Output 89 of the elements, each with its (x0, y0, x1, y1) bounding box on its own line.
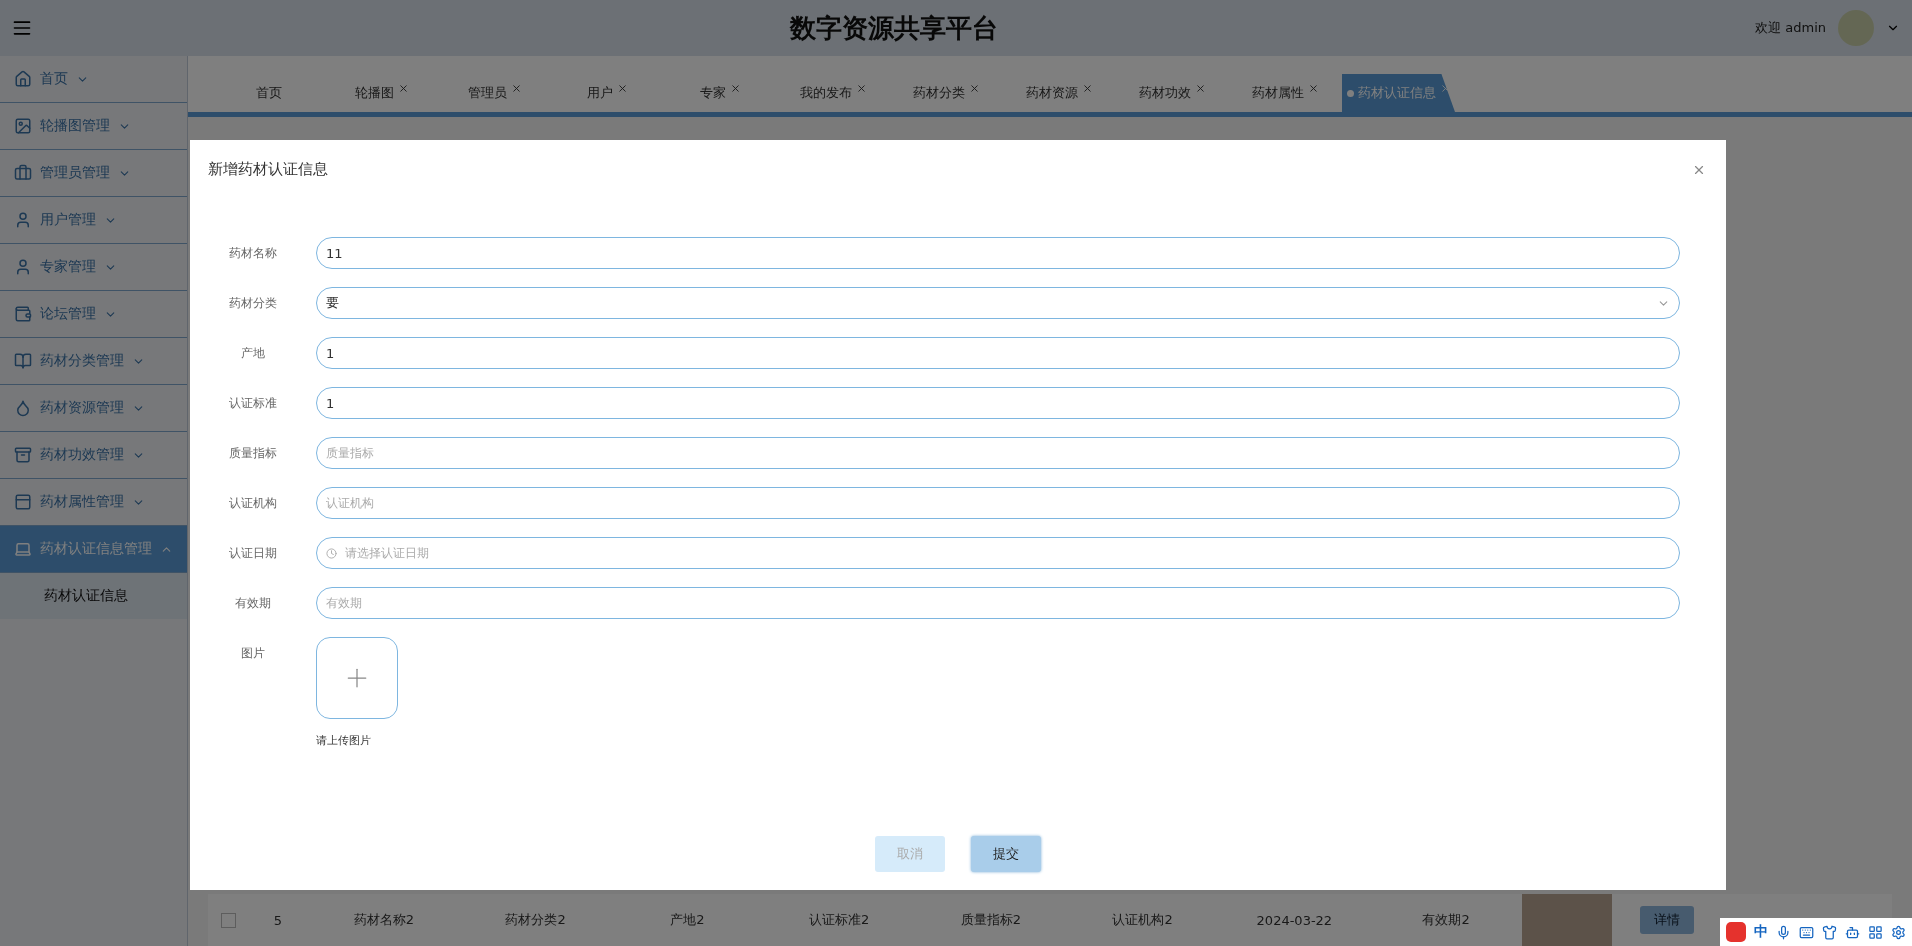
sidebar-item[interactable]: 轮播图管理 (0, 103, 187, 150)
menu-item-label: 专家管理 (40, 258, 96, 276)
menu-item-label: 论坛管理 (40, 305, 96, 323)
microphone-icon[interactable] (1776, 924, 1791, 940)
sidebar-item[interactable]: 用户管理 (0, 197, 187, 244)
menu-item-label: 用户管理 (40, 211, 96, 229)
menu-item-icon (14, 117, 32, 135)
dot-icon (1346, 89, 1354, 97)
menu-item-icon (14, 305, 32, 323)
field-label: 认证标准 (228, 395, 278, 412)
field-label: 图片 (240, 645, 266, 662)
table-cell-text: 药材分类2 (504, 911, 567, 929)
tab[interactable]: 轮播图 (325, 74, 438, 112)
field-label: 有效期 (234, 595, 272, 612)
field-label: 质量指标 (228, 445, 278, 462)
shirt-icon[interactable] (1822, 924, 1837, 940)
app-title: 数字资源共享平台 (788, 11, 999, 45)
close-icon[interactable] (856, 82, 867, 94)
tab[interactable]: 药材资源 (1003, 74, 1116, 112)
close-icon[interactable] (1082, 82, 1093, 94)
tab[interactable]: 首页 (212, 74, 325, 112)
menu-item-label: 首页 (40, 70, 68, 88)
sidebar-item[interactable]: 论坛管理 (0, 291, 187, 338)
menu-item-icon (14, 540, 32, 558)
field-label: 认证机构 (228, 495, 278, 512)
menu-item-icon (14, 399, 32, 417)
table-cell-text: 认证机构2 (1111, 911, 1174, 929)
close-icon[interactable] (969, 82, 980, 94)
tab[interactable]: 用户 (551, 74, 664, 112)
sidebar-item[interactable]: 药材认证信息管理 (0, 526, 187, 573)
sidebar-item[interactable]: 药材功效管理 (0, 432, 187, 479)
robot-icon[interactable] (1845, 924, 1860, 940)
tab[interactable]: 药材分类 (890, 74, 1003, 112)
keyboard-icon[interactable] (1799, 924, 1814, 940)
close-icon[interactable] (1308, 82, 1319, 94)
sidebar-item[interactable]: 药材分类管理 (0, 338, 187, 385)
close-icon[interactable] (510, 82, 522, 94)
menu-item-label: 药材属性管理 (40, 493, 124, 511)
field-label: 认证日期 (228, 545, 278, 562)
tab[interactable]: 专家 (664, 74, 777, 112)
grid-icon[interactable] (1868, 924, 1883, 940)
upload-hint: 请上传图片 (316, 733, 372, 748)
menu-item-icon (14, 352, 32, 370)
menu-item-label: 药材资源管理 (40, 399, 124, 417)
submit-button[interactable]: 提交 (971, 836, 1041, 872)
table-cell-text: 产地2 (669, 911, 706, 929)
table-cell-text: 药材名称2 (352, 911, 415, 929)
sidebar-item[interactable]: 专家管理 (0, 244, 187, 291)
tab[interactable]: 药材属性 (1229, 74, 1342, 112)
close-icon[interactable] (730, 82, 741, 94)
table-cell-text: 有效期2 (1421, 911, 1471, 929)
table-cell-text: 2024-03-22 (1255, 912, 1334, 928)
tab[interactable]: 药材认证信息 (1342, 74, 1455, 112)
close-icon[interactable] (397, 82, 409, 94)
sidebar-item[interactable]: 首页 (0, 56, 187, 103)
menu-item-icon (14, 164, 32, 182)
menu-item-label: 轮播图管理 (40, 117, 110, 135)
field-label: 药材名称 (228, 245, 278, 262)
menu-item-label: 药材认证信息管理 (40, 540, 152, 558)
sidebar-subitem[interactable]: 药材认证信息 (0, 573, 187, 619)
dialog-title: 新增药材认证信息 (208, 160, 328, 179)
table-cell-text: 质量指标2 (959, 911, 1022, 929)
menu-item-icon (14, 493, 32, 511)
tab[interactable]: 管理员 (438, 74, 551, 112)
row-checkbox[interactable] (220, 912, 236, 928)
table-cell-text: 5 (272, 912, 284, 928)
menu-item-label: 管理员管理 (40, 164, 110, 182)
clock-icon (326, 547, 337, 559)
field-label: 产地 (240, 345, 266, 362)
menu-item-icon (14, 70, 32, 88)
sidebar-item[interactable]: 药材资源管理 (0, 385, 187, 432)
field-label: 药材分类 (228, 295, 278, 312)
close-icon[interactable] (617, 82, 628, 94)
ime-logo-icon[interactable] (1726, 922, 1746, 942)
settings-icon[interactable] (1891, 924, 1906, 940)
welcome-text: 欢迎 admin (1755, 19, 1826, 37)
menu-item-icon (14, 446, 32, 464)
menu-item-icon (14, 258, 32, 276)
menu-item-label: 药材分类管理 (40, 352, 124, 370)
input-mode-toggle[interactable]: 中 (1754, 923, 1768, 941)
close-icon[interactable] (1195, 82, 1206, 94)
menu-item-label: 药材功效管理 (40, 446, 124, 464)
tab[interactable]: 药材功效 (1116, 74, 1229, 112)
menu-icon[interactable] (12, 18, 32, 38)
table-cell-text: 认证标准2 (808, 911, 871, 929)
tab[interactable]: 我的发布 (777, 74, 890, 112)
detail-button[interactable]: 详情 (1640, 906, 1694, 934)
menu-item-icon (14, 211, 32, 229)
sidebar-item[interactable]: 管理员管理 (0, 150, 187, 197)
